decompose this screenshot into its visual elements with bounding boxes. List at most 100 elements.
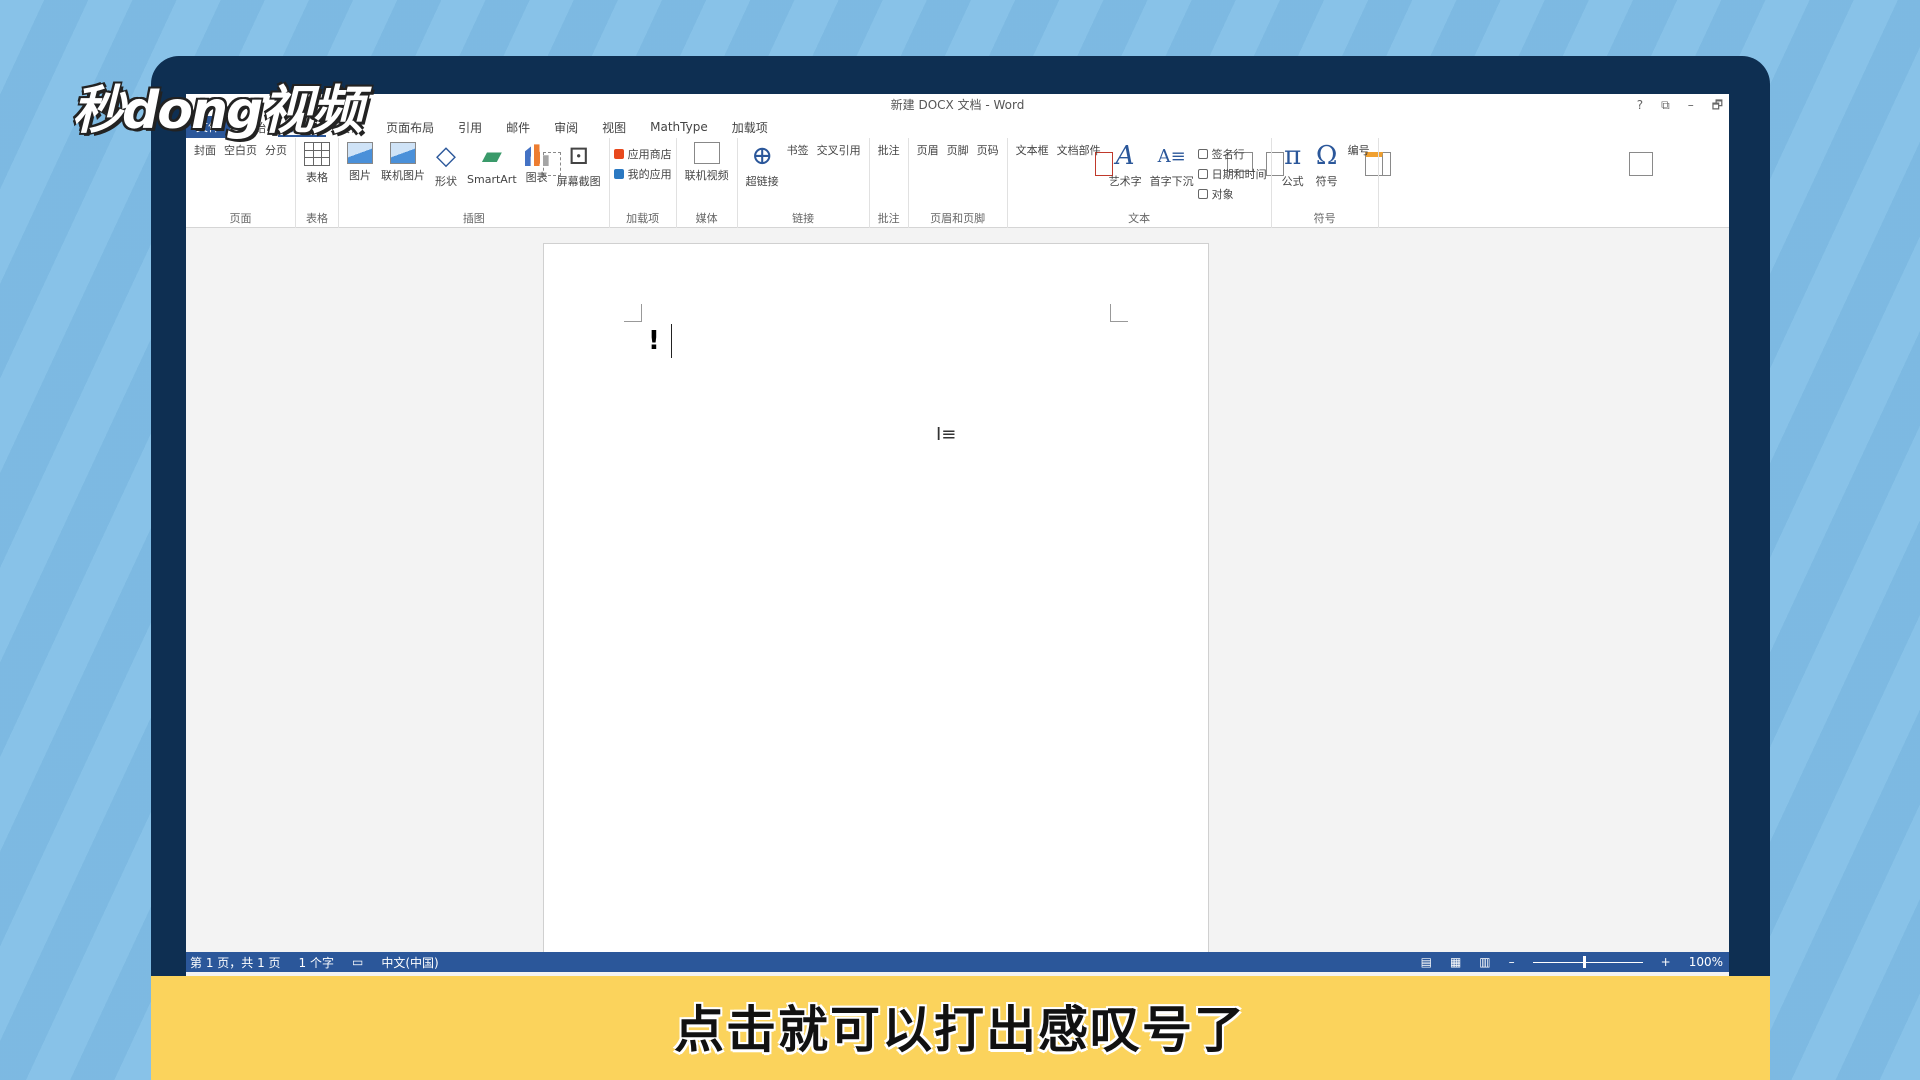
group-label-illustrations: 插图 xyxy=(462,212,485,225)
signature-line-button[interactable]: 签名行 xyxy=(1197,146,1267,162)
tab-page-layout[interactable]: 页面布局 xyxy=(374,119,446,136)
cover-page-button[interactable]: 封面 xyxy=(190,142,561,176)
picture-icon xyxy=(347,142,373,164)
page-number-button[interactable]: 页码 xyxy=(973,142,1284,176)
chart-icon xyxy=(524,144,549,166)
proofing-icon[interactable]: ▭ xyxy=(352,955,363,969)
margin-corner-top-right xyxy=(1110,304,1128,322)
online-picture-icon xyxy=(390,142,416,164)
group-illustrations: 图片 联机图片 ◇ 形状 ▰ SmartArt 图表 ⊡ 屏幕截图 插图 xyxy=(339,138,610,228)
tab-review[interactable]: 审阅 xyxy=(542,119,590,136)
wordart-button[interactable]: A 艺术字 xyxy=(1105,141,1146,189)
table-button[interactable]: 表格 xyxy=(300,142,334,185)
zoom-in-icon[interactable]: + xyxy=(1661,955,1671,969)
drop-cap-button[interactable]: A≡ 首字下沉 xyxy=(1146,142,1198,189)
group-label-links: 链接 xyxy=(792,212,815,225)
picture-button[interactable]: 图片 xyxy=(343,142,377,183)
pi-icon: π xyxy=(1284,141,1302,171)
screenshot-button[interactable]: ⊡ 屏幕截图 xyxy=(553,141,605,189)
document-area: ! I≡ xyxy=(186,229,1729,963)
tab-mailings[interactable]: 邮件 xyxy=(494,119,542,136)
numbering-button[interactable]: 编号 xyxy=(1344,142,1653,176)
ribbon-display-icon[interactable]: ⧉ xyxy=(1661,94,1670,116)
group-label-comments: 批注 xyxy=(877,212,900,225)
group-label-media: 媒体 xyxy=(695,212,718,225)
hyperlink-button[interactable]: ⊕ 超链接 xyxy=(742,141,783,189)
print-layout-icon[interactable]: ▦ xyxy=(1450,955,1461,969)
online-picture-button[interactable]: 联机图片 xyxy=(377,142,429,183)
language-status[interactable]: 中文(中国) xyxy=(381,954,438,971)
group-label-tables: 表格 xyxy=(306,212,328,225)
group-header-footer: 页眉 页脚 页码 页眉和页脚 xyxy=(909,138,1284,228)
group-links: ⊕ 超链接 书签 交叉引用 链接 xyxy=(738,138,1113,228)
tab-addins[interactable]: 加载项 xyxy=(720,119,780,136)
group-text: 文本框 文档部件 A 艺术字 A≡ 首字下沉 签名行 日期和时间 对象 文本 xyxy=(1008,138,1391,228)
document-text[interactable]: ! xyxy=(648,326,660,356)
video-subtitle: 点击就可以打出感叹号了 xyxy=(674,1001,1246,1059)
tab-view[interactable]: 视图 xyxy=(590,119,638,136)
addins-list: 应用商店 我的应用 xyxy=(613,142,672,182)
group-pages: 封面 空白页 分页 页面 xyxy=(186,138,561,228)
group-tables: 表格 表格 xyxy=(296,138,339,228)
calendar-icon xyxy=(1197,169,1208,179)
document-page[interactable]: ! I≡ xyxy=(543,243,1209,963)
shapes-button[interactable]: ◇ 形状 xyxy=(429,141,463,189)
numbering-icon xyxy=(1628,152,1653,176)
my-apps-button[interactable]: 我的应用 xyxy=(613,166,672,182)
store-button[interactable]: 应用商店 xyxy=(613,146,672,162)
shapes-icon: ◇ xyxy=(436,141,456,171)
zoom-out-icon[interactable]: – xyxy=(1509,955,1515,969)
brand-logo: 秒dong视频 xyxy=(72,81,363,141)
group-symbols: π 公式 Ω 符号 编号 符号 xyxy=(1272,138,1653,228)
signature-icon xyxy=(1197,149,1208,159)
window-controls: ? ⧉ – 🗗 xyxy=(1637,94,1723,116)
zoom-level[interactable]: 100% xyxy=(1689,955,1723,969)
smartart-button[interactable]: ▰ SmartArt xyxy=(463,141,521,186)
table-icon xyxy=(304,142,330,166)
symbol-button[interactable]: Ω 符号 xyxy=(1310,141,1344,189)
group-comments: 批注 批注 xyxy=(870,138,1253,228)
camera-icon: ⊡ xyxy=(567,141,590,171)
textbox-button[interactable]: 文本框 xyxy=(1012,142,1391,176)
group-label-pages: 页面 xyxy=(229,212,252,225)
tab-mathtype[interactable]: MathType xyxy=(638,120,720,134)
omega-icon: Ω xyxy=(1315,141,1338,171)
read-mode-icon[interactable]: ▤ xyxy=(1421,955,1432,969)
help-icon[interactable]: ? xyxy=(1637,94,1643,116)
status-bar: 第 1 页，共 1 页 1 个字 ▭ 中文(中国) ▤ ▦ ▥ – + 100% xyxy=(186,952,1729,972)
restore-icon[interactable]: 🗗 xyxy=(1712,94,1723,116)
zoom-slider[interactable] xyxy=(1532,955,1643,968)
group-addins: 应用商店 我的应用 加载项 xyxy=(610,138,677,228)
blank-page-button[interactable]: 空白页 xyxy=(220,142,561,176)
comment-button[interactable]: 批注 xyxy=(874,142,1253,172)
page-count[interactable]: 第 1 页，共 1 页 xyxy=(190,954,281,971)
minimize-icon[interactable]: – xyxy=(1688,94,1694,116)
window-title: 新建 DOCX 文档 - Word xyxy=(890,98,1025,112)
my-apps-icon xyxy=(613,169,624,179)
web-layout-icon[interactable]: ▥ xyxy=(1479,955,1490,969)
online-video-button[interactable]: 联机视频 xyxy=(681,142,733,183)
header-button[interactable]: 页眉 xyxy=(913,142,1284,176)
group-media: 联机视频 媒体 xyxy=(677,138,738,228)
group-label-symbols: 符号 xyxy=(1313,212,1336,225)
footer-button[interactable]: 页脚 xyxy=(943,142,1284,176)
chart-button[interactable]: 图表 xyxy=(521,142,553,185)
tab-references[interactable]: 引用 xyxy=(446,119,494,136)
bookmark-button[interactable]: 书签 xyxy=(783,142,1113,176)
ribbon-tabs: 文件 开始 插入 设计 页面布局 引用 邮件 审阅 视图 MathType 加载… xyxy=(186,116,1729,138)
word-count[interactable]: 1 个字 xyxy=(299,954,334,971)
cross-reference-button[interactable]: 交叉引用 xyxy=(813,142,1113,176)
margin-corner-top-left xyxy=(624,304,642,322)
object-button[interactable]: 对象 xyxy=(1197,186,1267,202)
page-break-button[interactable]: 分页 xyxy=(261,142,561,176)
ribbon: 封面 空白页 分页 页面 表格 表格 图片 联机图片 ◇ 形状 ▰ SmartArt… xyxy=(186,138,1729,228)
view-controls: ▤ ▦ ▥ – + 100% xyxy=(1421,955,1729,969)
online-video-icon xyxy=(693,142,720,164)
word-window: 新建 DOCX 文档 - Word ? ⧉ – 🗗 文件 开始 插入 设计 页面… xyxy=(186,94,1729,989)
zoom-thumb[interactable] xyxy=(1582,955,1586,968)
equation-button[interactable]: π 公式 xyxy=(1276,141,1310,189)
quick-parts-button[interactable]: 文档部件 xyxy=(1053,142,1383,176)
date-time-button[interactable]: 日期和时间 xyxy=(1197,166,1267,182)
text-small-list: 签名行 日期和时间 对象 xyxy=(1197,142,1267,202)
store-icon xyxy=(613,149,624,159)
